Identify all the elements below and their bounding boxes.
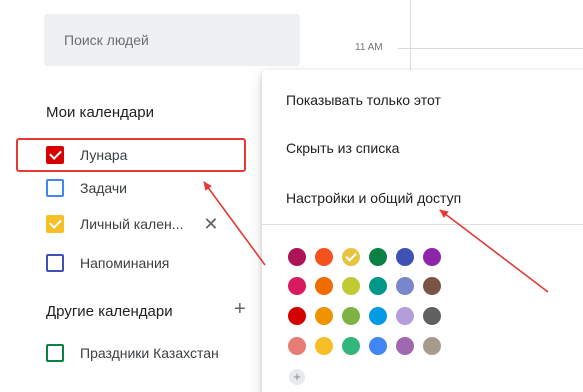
color-swatch[interactable] (288, 337, 306, 355)
calendar-label: Праздники Казахстан (80, 345, 219, 361)
calendar-item-personal[interactable]: Личный кален... ✕ (46, 210, 266, 238)
highlight-box (16, 138, 246, 172)
calendar-item-holidays[interactable]: Праздники Казахстан (46, 339, 276, 367)
color-swatch[interactable] (315, 307, 333, 325)
menu-divider (262, 224, 583, 225)
checkbox-personal[interactable] (46, 215, 64, 233)
menu-item-hide-from-list[interactable]: Скрыть из списка (286, 140, 399, 156)
calendar-item-reminders[interactable]: Напоминания (46, 249, 266, 277)
checkbox-reminders[interactable] (46, 254, 64, 272)
close-icon[interactable]: ✕ (203, 214, 218, 235)
color-swatch[interactable] (369, 277, 387, 295)
color-swatch[interactable] (342, 277, 360, 295)
calendar-label: Задачи (80, 180, 128, 196)
menu-item-show-only-this[interactable]: Показывать только этот (286, 92, 441, 108)
calendar-label: Личный кален... (80, 216, 184, 232)
calendar-screen: Поиск людей 11 AM Мои календари Лунара З… (0, 0, 583, 392)
color-swatch[interactable] (423, 307, 441, 325)
color-swatch[interactable] (396, 277, 414, 295)
color-swatch[interactable] (342, 337, 360, 355)
color-swatch[interactable] (396, 337, 414, 355)
color-swatch[interactable] (369, 307, 387, 325)
color-swatch[interactable] (423, 277, 441, 295)
menu-item-settings-and-sharing[interactable]: Настройки и общий доступ (286, 190, 461, 206)
color-swatch[interactable] (423, 337, 441, 355)
calendar-label: Напоминания (80, 255, 170, 271)
my-calendars-title[interactable]: Мои календари (46, 104, 154, 121)
checkbox-holidays[interactable] (46, 344, 64, 362)
day-divider (410, 0, 411, 70)
time-label-11am: 11 AM (355, 42, 383, 53)
calendar-options-menu: Показывать только этот Скрыть из списка … (262, 70, 583, 392)
checkbox-tasks[interactable] (46, 179, 64, 197)
color-swatch[interactable] (369, 337, 387, 355)
color-swatch[interactable] (315, 337, 333, 355)
color-swatch[interactable] (315, 248, 333, 266)
color-swatch-selected[interactable] (342, 248, 360, 266)
color-swatch[interactable] (288, 248, 306, 266)
other-calendars-title[interactable]: Другие календари (46, 303, 173, 320)
color-swatch[interactable] (315, 277, 333, 295)
search-people-input[interactable]: Поиск людей (44, 14, 300, 66)
color-swatch[interactable] (396, 248, 414, 266)
color-swatch[interactable] (369, 248, 387, 266)
calendar-item-tasks[interactable]: Задачи (46, 174, 266, 202)
color-swatch[interactable] (288, 277, 306, 295)
color-swatch[interactable] (342, 307, 360, 325)
hour-gridline (398, 48, 583, 49)
color-swatch[interactable] (396, 307, 414, 325)
add-custom-color-icon[interactable]: + (289, 369, 305, 385)
color-swatch[interactable] (423, 248, 441, 266)
add-calendar-icon[interactable]: + (234, 298, 246, 321)
search-placeholder: Поиск людей (64, 32, 149, 48)
color-swatch[interactable] (288, 307, 306, 325)
